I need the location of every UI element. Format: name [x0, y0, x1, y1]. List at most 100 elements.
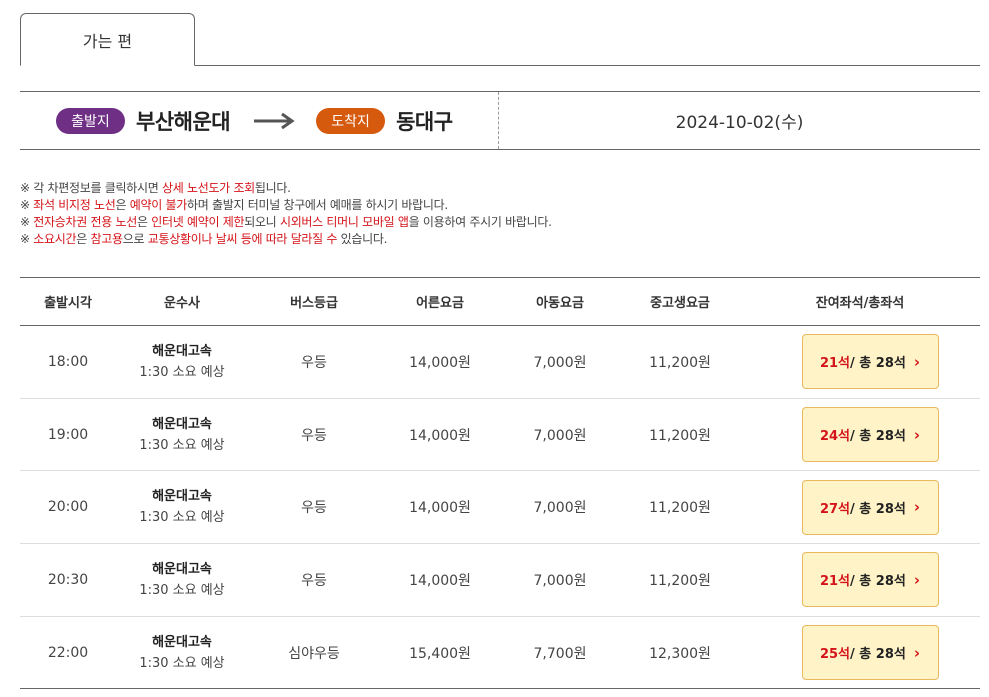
child-fare: 7,000원 — [500, 543, 620, 617]
seats-left: 21석 — [819, 356, 851, 372]
child-fare: 7,000원 — [500, 325, 620, 399]
seats-total: / 총 28석 — [850, 501, 906, 517]
company-name: 해운대고속 — [152, 489, 212, 505]
chevron-right-icon: › — [913, 498, 921, 517]
chevron-right-icon: › — [913, 570, 921, 589]
company-cell: 해운대고속 1:30 소요 예상 — [116, 398, 248, 472]
bus-grade: 우등 — [248, 470, 380, 545]
chevron-right-icon: › — [913, 425, 921, 444]
duration-estimate: 1:30 소요 예상 — [139, 510, 225, 526]
child-fare: 7,700원 — [500, 616, 620, 690]
departure-time: 19:00 — [20, 398, 116, 472]
adult-fare: 14,000원 — [380, 398, 500, 472]
notice-text: 되오니 — [244, 215, 280, 229]
seats-cell: 21석 / 총 28석 › — [740, 543, 980, 617]
notice-highlight: 인터넷 예약이 제한 — [151, 215, 245, 229]
youth-fare: 11,200원 — [620, 398, 740, 472]
departure-time: 22:00 — [20, 616, 116, 690]
notice-text: 하며 출발지 터미널 창구에서 예매를 하시기 바랍니다. — [186, 198, 448, 212]
route-summary: 출발지 부산해운대 도착지 동대구 2024-10-02(수) — [20, 91, 980, 150]
select-seat-button[interactable]: 21석 / 총 28석 › — [801, 552, 939, 608]
direction-tab-bar: 가는 편 — [20, 13, 980, 66]
notice-highlight: 예약이 불가 — [129, 198, 188, 212]
seats-total: / 총 28석 — [850, 429, 906, 445]
bus-grade: 우등 — [248, 325, 380, 399]
table-row[interactable]: 20:00 해운대고속 1:30 소요 예상 우등 14,000원 7,000원 11,20… — [20, 470, 980, 545]
departure-time: 20:30 — [20, 543, 116, 617]
chevron-right-icon: › — [913, 352, 921, 371]
departure-date: 2024-10-02(수) — [675, 113, 804, 133]
chevron-right-icon: › — [913, 643, 921, 662]
bus-grade: 우등 — [248, 398, 380, 472]
seats-left: 25석 — [819, 647, 851, 663]
table-row[interactable]: 22:00 해운대고속 1:30 소요 예상 심야우등 15,400원 7,700원 12,… — [20, 616, 980, 690]
notice-highlight: 전자승차권 전용 노선 — [33, 215, 137, 229]
child-fare: 7,000원 — [500, 470, 620, 545]
notice-text: ※ — [20, 232, 34, 246]
notice-text: ※ — [20, 198, 34, 212]
adult-fare: 14,000원 — [380, 470, 500, 545]
select-seat-button[interactable]: 24석 / 총 28석 › — [801, 407, 939, 463]
notice-text: 으로 — [122, 232, 148, 246]
notice-text: 은 — [76, 232, 91, 246]
notice-highlight: 시외버스 티머니 모바일 앱 — [279, 215, 409, 229]
notice-text: 은 — [115, 198, 130, 212]
bus-grade: 심야우등 — [248, 616, 380, 690]
header-departure-time: 출발시각 — [20, 277, 116, 326]
adult-fare: 14,000원 — [380, 543, 500, 617]
adult-fare: 14,000원 — [380, 325, 500, 399]
notice-line: ※ 전자승차권 전용 노선은 인터넷 예약이 제한되오니 시외버스 티머니 모바… — [20, 214, 960, 231]
seats-total: / 총 28석 — [850, 356, 906, 372]
header-adult-fare: 어른요금 — [380, 277, 500, 326]
company-name: 해운대고속 — [152, 561, 212, 577]
seats-cell: 25석 / 총 28석 › — [740, 616, 980, 690]
select-seat-button[interactable]: 21석 / 총 28석 › — [801, 334, 939, 390]
notice-text: 은 — [136, 215, 152, 229]
bus-grade: 우등 — [248, 543, 380, 617]
company-cell: 해운대고속 1:30 소요 예상 — [116, 543, 248, 617]
notice-line: ※ 좌석 비지정 노선은 예약이 불가하며 출발지 터미널 창구에서 예매를 하… — [20, 197, 960, 214]
notice-text: ※ 각 차편정보를 클릭하시면 — [20, 181, 162, 195]
youth-fare: 11,200원 — [620, 470, 740, 545]
notice-text: 을 이용하여 주시기 바랍니다. — [408, 215, 552, 229]
select-seat-button[interactable]: 25석 / 총 28석 › — [801, 625, 939, 681]
youth-fare: 11,200원 — [620, 543, 740, 617]
schedule-table: 출발시각 운수사 버스등급 어른요금 아동요금 중고생요금 잔여좌석/총좌석 1… — [20, 277, 980, 690]
tab-outbound[interactable]: 가는 편 — [20, 13, 195, 66]
departure-time: 20:00 — [20, 470, 116, 545]
seats-left: 27석 — [819, 501, 851, 517]
route-terminals: 출발지 부산해운대 도착지 동대구 — [20, 92, 499, 149]
duration-estimate: 1:30 소요 예상 — [139, 437, 225, 453]
seats-cell: 21석 / 총 28석 › — [740, 325, 980, 399]
notice-highlight: 상세 노선도가 조회 — [161, 181, 255, 195]
company-cell: 해운대고속 1:30 소요 예상 — [116, 616, 248, 690]
header-youth-fare: 중고생요금 — [620, 277, 740, 326]
notice-line: ※ 소요시간은 참고용으로 교통상황이나 날씨 등에 따라 달라질 수 있습니다… — [20, 231, 960, 248]
notice-text: 있습니다. — [337, 232, 388, 246]
duration-estimate: 1:30 소요 예상 — [139, 582, 225, 598]
table-header-row: 출발시각 운수사 버스등급 어른요금 아동요금 중고생요금 잔여좌석/총좌석 — [20, 277, 980, 326]
table-row[interactable]: 20:30 해운대고속 1:30 소요 예상 우등 14,000원 7,000원 11,20… — [20, 543, 980, 617]
select-seat-button[interactable]: 27석 / 총 28석 › — [801, 479, 939, 535]
youth-fare: 11,200원 — [620, 325, 740, 399]
notice-highlight: 좌석 비지정 노선 — [33, 198, 116, 212]
notice-highlight: 소요시간 — [33, 232, 77, 246]
header-bus-grade: 버스등급 — [248, 277, 380, 326]
duration-estimate: 1:30 소요 예상 — [139, 655, 225, 671]
notice-highlight: 참고용 — [90, 232, 124, 246]
seats-cell: 27석 / 총 28석 › — [740, 470, 980, 545]
right-arrow-icon — [254, 112, 295, 129]
notice-highlight: 교통상황이나 날씨 등에 따라 달라질 수 — [147, 232, 338, 246]
youth-fare: 12,300원 — [620, 616, 740, 690]
company-name: 해운대고속 — [152, 416, 212, 432]
adult-fare: 15,400원 — [380, 616, 500, 690]
departure-badge: 출발지 — [56, 107, 125, 134]
table-row[interactable]: 19:00 해운대고속 1:30 소요 예상 우등 14,000원 7,000원 11,20… — [20, 398, 980, 472]
departure-time: 18:00 — [20, 325, 116, 399]
child-fare: 7,000원 — [500, 398, 620, 472]
company-name: 해운대고속 — [152, 343, 212, 359]
notice-line: ※ 각 차편정보를 클릭하시면 상세 노선도가 조회됩니다. — [20, 180, 960, 197]
table-row[interactable]: 18:00 해운대고속 1:30 소요 예상 우등 14,000원 7,000원 11,20… — [20, 325, 980, 399]
arrival-terminal: 동대구 — [396, 109, 453, 134]
company-cell: 해운대고속 1:30 소요 예상 — [116, 325, 248, 399]
